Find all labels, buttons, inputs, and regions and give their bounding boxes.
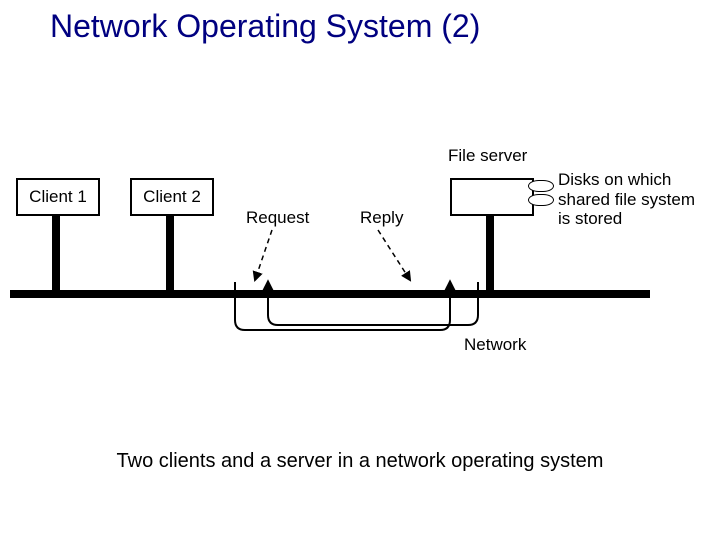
request-pointer <box>255 230 272 280</box>
client2-stem <box>166 214 174 290</box>
caption-text: Two clients and a server in a network op… <box>0 450 720 473</box>
reply-label: Reply <box>360 208 403 228</box>
client1-stem <box>52 214 60 290</box>
disks-icon <box>528 180 554 208</box>
client2-box: Client 2 <box>130 178 214 216</box>
reply-path <box>268 282 478 325</box>
fileserver-label: File server <box>448 146 527 166</box>
request-label: Request <box>246 208 309 228</box>
client2-label: Client 2 <box>143 187 201 207</box>
fileserver-box <box>450 178 534 216</box>
client1-label: Client 1 <box>29 187 87 207</box>
disks-label: Disks on which shared file system is sto… <box>558 170 695 229</box>
network-diagram: Client 1 Client 2 File server Request Re… <box>10 140 710 400</box>
fileserver-stem <box>486 214 494 290</box>
client1-box: Client 1 <box>16 178 100 216</box>
reply-pointer <box>378 230 410 280</box>
page-title: Network Operating System (2) <box>50 8 480 45</box>
network-bus <box>10 290 650 298</box>
network-label: Network <box>464 335 526 355</box>
